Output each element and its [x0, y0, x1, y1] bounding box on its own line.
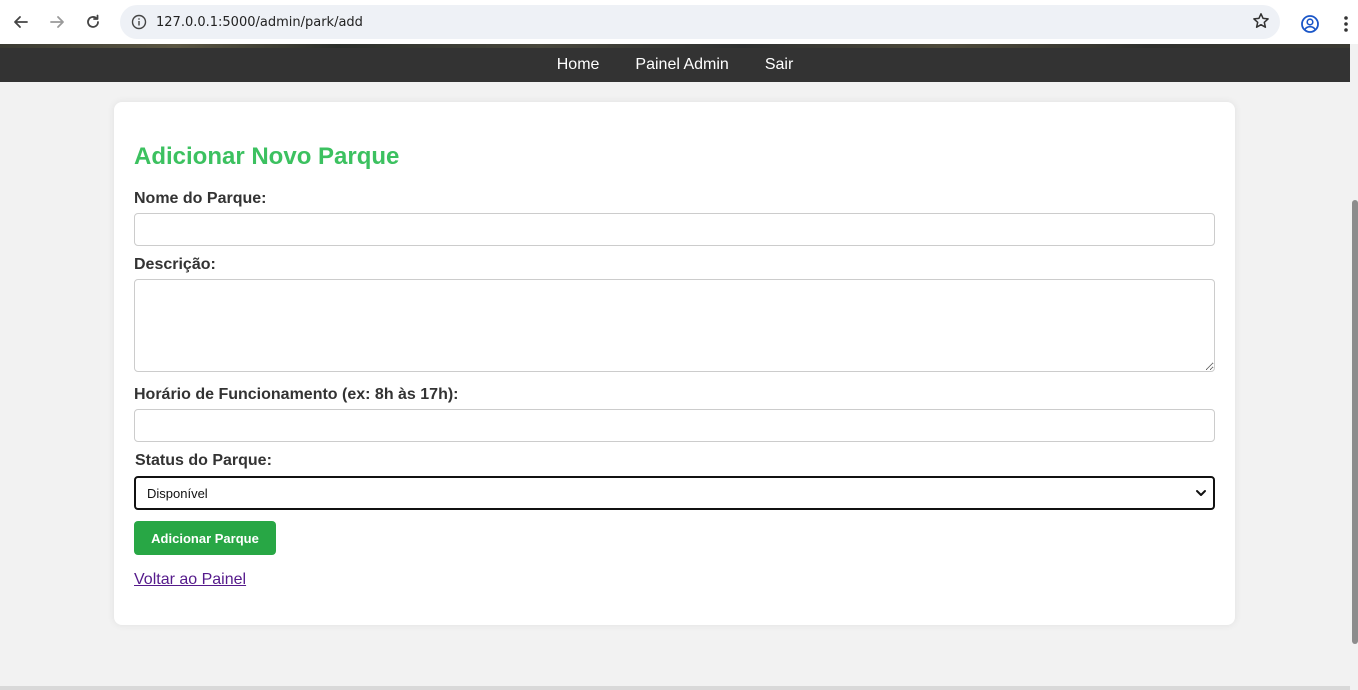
address-bar[interactable]: 127.0.0.1:5000/admin/park/add [120, 5, 1280, 39]
park-status-label: Status do Parque: [135, 452, 272, 469]
description-textarea[interactable] [134, 279, 1215, 372]
nav-link-home[interactable]: Home [557, 56, 600, 74]
add-park-button[interactable]: Adicionar Parque [134, 521, 276, 555]
nav-link-admin-panel[interactable]: Painel Admin [635, 56, 728, 74]
park-name-input[interactable] [134, 213, 1215, 246]
add-park-form-card: Adicionar Novo Parque Nome do Parque: De… [114, 102, 1235, 625]
park-name-label: Nome do Parque: [134, 190, 267, 207]
description-label: Descrição: [134, 256, 216, 273]
back-to-panel-link[interactable]: Voltar ao Painel [134, 571, 246, 589]
park-status-selected-value: Disponível [147, 485, 208, 501]
page-title: Adicionar Novo Parque [134, 143, 400, 170]
forward-arrow-icon[interactable] [39, 4, 75, 40]
browser-toolbar: 127.0.0.1:5000/admin/park/add [0, 0, 1358, 44]
scrollbar-thumb[interactable] [1352, 200, 1358, 644]
url-text[interactable]: 127.0.0.1:5000/admin/park/add [156, 15, 363, 30]
bottom-divider [0, 686, 1350, 690]
park-status-select[interactable]: Disponível [134, 476, 1215, 510]
page-scrollbar[interactable] [1350, 44, 1358, 690]
opening-hours-input[interactable] [134, 409, 1215, 442]
opening-hours-label: Horário de Funcionamento (ex: 8h às 17h)… [134, 386, 459, 403]
reload-icon[interactable] [75, 4, 111, 40]
site-info-icon[interactable] [123, 6, 155, 38]
main-navbar: Home Painel Admin Sair [0, 48, 1350, 82]
profile-icon[interactable] [1292, 6, 1328, 42]
back-arrow-icon[interactable] [3, 4, 39, 40]
kebab-menu-icon[interactable] [1328, 6, 1358, 42]
chevron-down-icon [1195, 487, 1207, 502]
nav-link-logout[interactable]: Sair [765, 56, 793, 74]
bookmark-star-icon[interactable] [1252, 12, 1270, 35]
